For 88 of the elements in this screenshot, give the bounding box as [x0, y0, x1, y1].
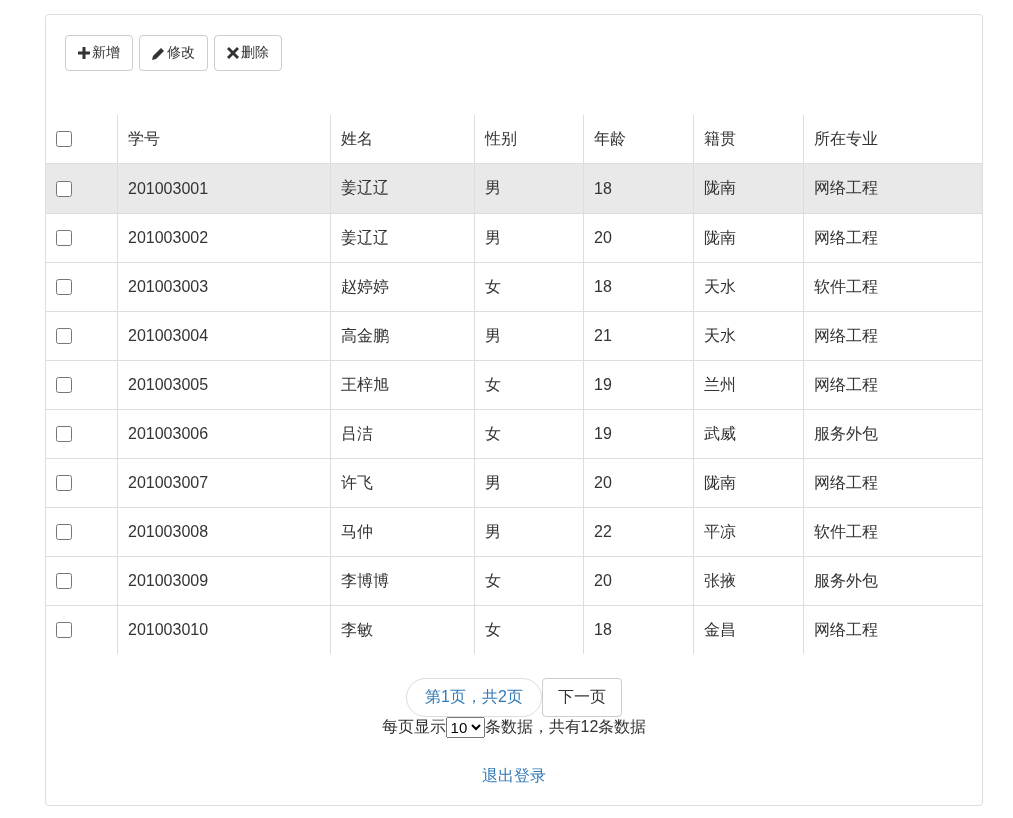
- table-cell: 18: [594, 621, 612, 639]
- table-cell-text: 男: [485, 472, 501, 493]
- table-cell-text: 马仲: [341, 521, 373, 542]
- table-cell-text: 男: [485, 178, 501, 198]
- row-checkbox[interactable]: [56, 475, 72, 491]
- column-header: 所在专业: [814, 128, 878, 149]
- table-cell-text: 网络工程: [814, 227, 878, 248]
- row-checkbox[interactable]: [56, 622, 72, 638]
- select-all-checkbox[interactable]: [56, 131, 72, 147]
- table-cell-text: 女: [485, 570, 501, 591]
- table-cell: 20: [594, 474, 612, 492]
- row-checkbox[interactable]: [56, 377, 72, 393]
- column-header: 籍贯: [704, 128, 736, 149]
- column-header: 性别: [485, 128, 517, 149]
- column-header: 年龄: [594, 128, 626, 149]
- column-header: 姓名: [341, 128, 373, 149]
- table-cell-text: 服务外包: [814, 570, 878, 591]
- table-cell: 201003006: [128, 425, 209, 443]
- table-cell-text: 许飞: [341, 472, 373, 493]
- toolbar-button[interactable]: 删除: [214, 35, 282, 71]
- table-cell-text: 女: [485, 276, 501, 297]
- toolbar-button[interactable]: 修改: [139, 35, 208, 71]
- row-checkbox[interactable]: [56, 279, 72, 295]
- column-header: 学号: [128, 128, 160, 149]
- table-cell-text: 软件工程: [814, 276, 878, 297]
- table-cell-text: 女: [485, 374, 501, 395]
- pencil-icon: [152, 46, 165, 60]
- toolbar-button[interactable]: 新增: [65, 35, 133, 71]
- table-cell-text: 平凉: [704, 521, 736, 542]
- table-cell: 21: [594, 327, 612, 345]
- row-checkbox[interactable]: [56, 573, 72, 589]
- table-cell-text: 陇南: [704, 178, 736, 198]
- table-cell-text: 网络工程: [814, 619, 878, 640]
- table-cell: 22: [594, 523, 612, 541]
- table-cell: 201003002: [128, 229, 209, 247]
- table-cell-text: 网络工程: [814, 325, 878, 346]
- table-cell-text: 网络工程: [814, 178, 878, 198]
- table-cell-text: 张掖: [704, 570, 736, 591]
- row-checkbox[interactable]: [56, 328, 72, 344]
- table-cell-text: 女: [485, 423, 501, 444]
- table-cell: 19: [594, 376, 612, 394]
- table-cell-text: 女: [485, 619, 501, 640]
- table-cell-text: 男: [485, 521, 501, 542]
- table-cell: 20: [594, 229, 612, 247]
- table-cell: 18: [594, 278, 612, 296]
- table-cell: 201003001: [128, 179, 209, 198]
- table-cell-text: 陇南: [704, 472, 736, 493]
- logout-link[interactable]: 退出登录: [482, 767, 546, 784]
- table-cell-text: 网络工程: [814, 472, 878, 493]
- close-icon: [227, 47, 239, 59]
- page-size-label: 每页显示: [381, 717, 446, 737]
- table-cell: 201003007: [128, 474, 209, 492]
- table-cell-text: 姜辽辽: [341, 178, 389, 198]
- row-checkbox[interactable]: [56, 180, 72, 197]
- table-cell-text: 李博博: [341, 570, 389, 591]
- table-cell-text: 天水: [704, 276, 736, 297]
- row-checkbox[interactable]: [56, 230, 72, 246]
- table-cell-text: 网络工程: [814, 374, 878, 395]
- table-cell-text: 高金鹏: [341, 325, 389, 346]
- table-cell-text: 李敏: [341, 619, 373, 640]
- page-size-dropdown[interactable]: 10: [445, 717, 485, 738]
- table-cell: 201003004: [128, 327, 209, 345]
- table-cell-text: 软件工程: [814, 521, 878, 542]
- table-cell-text: 吕洁: [341, 423, 373, 444]
- table-cell-text: 天水: [704, 325, 736, 346]
- next-page-button[interactable]: 下一页: [541, 678, 622, 717]
- table-cell: 201003008: [128, 523, 209, 541]
- table-cell-text: 金昌: [704, 619, 736, 640]
- table-cell-text: 男: [485, 227, 501, 248]
- table-cell-text: 姜辽辽: [341, 227, 389, 248]
- table-cell: 19: [594, 425, 612, 443]
- table-cell: 20: [594, 572, 612, 590]
- table-cell: 18: [594, 179, 612, 198]
- table-cell-text: 陇南: [704, 227, 736, 248]
- row-checkbox[interactable]: [56, 524, 72, 540]
- table-cell-text: 武威: [704, 423, 736, 444]
- table-cell: 201003003: [128, 278, 209, 296]
- table-cell-text: 兰州: [704, 374, 736, 395]
- table-cell: 201003010: [128, 621, 209, 639]
- record-count-text: 条数据，共有12条数据: [484, 717, 647, 737]
- table-cell: 201003009: [128, 572, 209, 590]
- table-cell-text: 赵婷婷: [341, 276, 389, 297]
- plus-icon: [78, 47, 90, 59]
- table-cell: 201003005: [128, 376, 209, 394]
- row-checkbox[interactable]: [56, 426, 72, 442]
- table-cell-text: 服务外包: [814, 423, 878, 444]
- table-cell-text: 男: [485, 325, 501, 346]
- table-cell-text: 王梓旭: [341, 374, 389, 395]
